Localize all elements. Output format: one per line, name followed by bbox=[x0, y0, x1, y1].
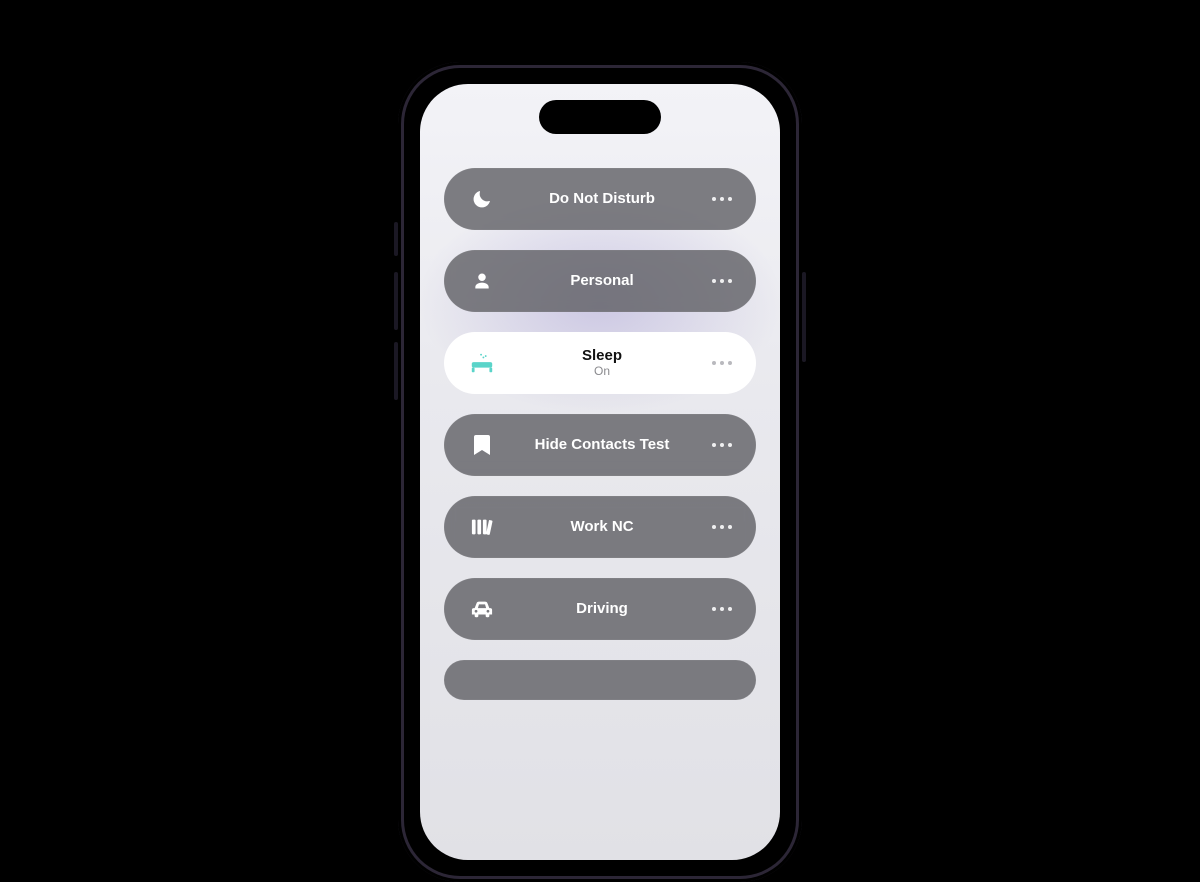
focus-pill-work[interactable]: Work NC bbox=[444, 496, 756, 558]
person-icon bbox=[466, 271, 498, 291]
focus-label: Personal bbox=[570, 272, 633, 289]
focus-label: Driving bbox=[576, 600, 628, 617]
phone-bezel: Do Not Disturb Personal bbox=[404, 68, 796, 876]
focus-pill-sleep[interactable]: Sleep On bbox=[444, 332, 756, 394]
books-icon bbox=[466, 518, 498, 536]
focus-pill-personal[interactable]: Personal bbox=[444, 250, 756, 312]
focus-list: Do Not Disturb Personal bbox=[444, 168, 756, 700]
focus-sublabel: On bbox=[594, 365, 610, 379]
phone-volume-down bbox=[394, 342, 398, 400]
focus-label: Hide Contacts Test bbox=[535, 436, 670, 453]
more-icon[interactable] bbox=[706, 443, 738, 447]
more-icon[interactable] bbox=[706, 525, 738, 529]
more-icon[interactable] bbox=[706, 197, 738, 201]
focus-label: Work NC bbox=[570, 518, 633, 535]
focus-pill-dnd[interactable]: Do Not Disturb bbox=[444, 168, 756, 230]
more-icon[interactable] bbox=[706, 279, 738, 283]
moon-icon bbox=[466, 189, 498, 209]
focus-label: Do Not Disturb bbox=[549, 190, 655, 207]
phone-frame: Do Not Disturb Personal bbox=[398, 62, 802, 882]
phone-side-button bbox=[802, 272, 806, 362]
more-icon[interactable] bbox=[706, 607, 738, 611]
bookmark-icon bbox=[466, 435, 498, 455]
focus-pill-hide-contacts[interactable]: Hide Contacts Test bbox=[444, 414, 756, 476]
phone-silence-switch bbox=[394, 222, 398, 256]
phone-volume-up bbox=[394, 272, 398, 330]
focus-label: Sleep bbox=[582, 347, 622, 364]
more-icon[interactable] bbox=[706, 361, 738, 365]
focus-pill-next[interactable] bbox=[444, 660, 756, 700]
phone-screen: Do Not Disturb Personal bbox=[420, 84, 780, 860]
bed-icon bbox=[466, 352, 498, 374]
focus-pill-driving[interactable]: Driving bbox=[444, 578, 756, 640]
car-icon bbox=[466, 600, 498, 618]
dynamic-island bbox=[539, 100, 661, 134]
